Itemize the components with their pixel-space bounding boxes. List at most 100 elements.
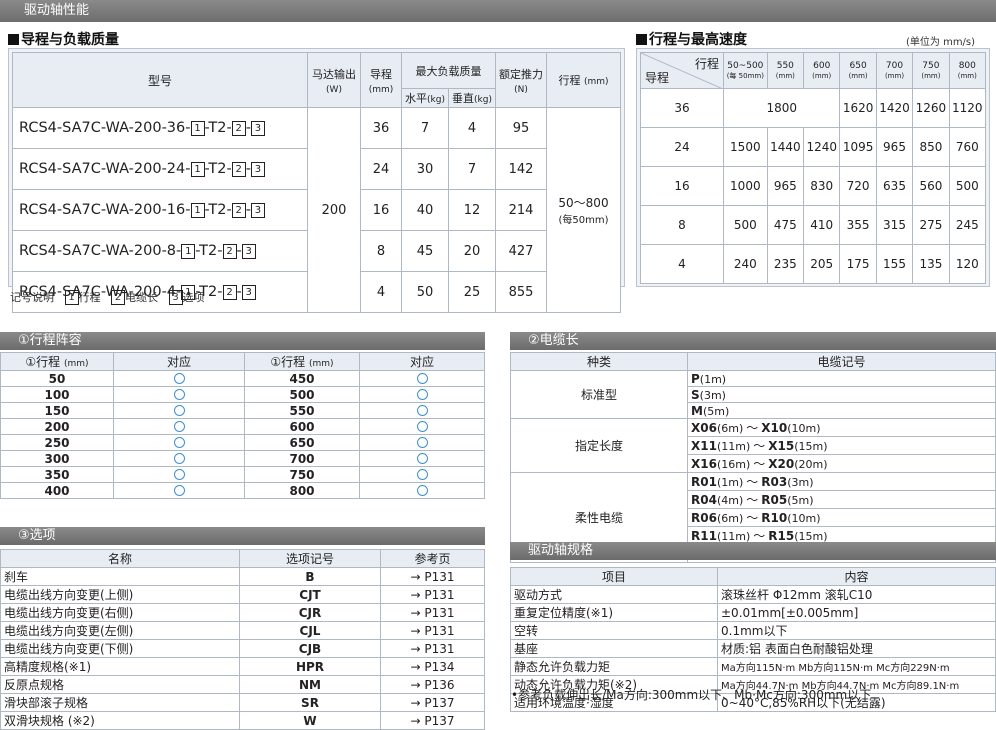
option-row: 滑块部滚子规格 SR → P137: [0, 693, 485, 712]
header-spec-item: 项目: [510, 567, 718, 586]
option-page-link[interactable]: → P137: [380, 693, 485, 712]
stroke-list-table: ①行程 (mm) 对应 ①行程 (mm) 对应 50 450 100 500 150 55…: [0, 352, 485, 499]
stroke-range-cell: 50～800 (每50mm): [546, 107, 621, 313]
available-cell: [359, 402, 485, 419]
available-cell: [359, 434, 485, 451]
option-page-link[interactable]: → P131: [380, 603, 485, 622]
speed-lead-cell: 4: [640, 244, 724, 284]
header-option-code: 选项记号: [239, 549, 381, 568]
speed-row: 36 1800 1620 1420 1260 1120: [640, 88, 987, 128]
option-code: SR: [239, 693, 381, 712]
speed-row: 16 1000 965 830 720 635 560 500: [640, 166, 987, 206]
horizontal-load-cell: 50: [401, 271, 449, 313]
spec-content: 材质:铝 表面白色耐酸铝处理: [717, 639, 996, 658]
option-row: 电缆出线方向变更(下侧) CJB → P131: [0, 639, 485, 658]
speed-row: 8 500 475 410 355 315 275 245: [640, 205, 987, 245]
available-cell: [113, 386, 245, 403]
speed-table: 行程 导程 50~500 (每 50mm) 550 (mm) 600 (mm) 650 (mm…: [640, 52, 987, 284]
circle-available-icon: [416, 420, 428, 432]
lead-cell: 4: [360, 271, 402, 313]
speed-value-cell: 720: [839, 166, 877, 206]
options-banner: ③选项: [0, 527, 485, 545]
available-cell: [359, 466, 485, 483]
vertical-load-cell: 7: [448, 148, 496, 190]
cable-banner: ②电缆长: [510, 332, 996, 350]
header-spec-content: 内容: [717, 567, 996, 586]
stroke-value: 350: [0, 466, 114, 483]
option-code: W: [239, 711, 381, 730]
spec-row: 基座 材质:铝 表面白色耐酸铝处理: [510, 639, 996, 658]
thrust-cell: 427: [495, 230, 547, 272]
option-row: 刹车 B → P131: [0, 567, 485, 586]
spec-item: 空转: [510, 621, 718, 640]
speed-value-cell: 830: [803, 166, 841, 206]
speed-value-cell: 275: [912, 205, 950, 245]
spec-footnote: •参考负载伸出长/Ma方向:300mm以下、Mb·Mc方向:300mm以下: [511, 688, 872, 702]
thrust-cell: 142: [495, 148, 547, 190]
spec-item: 驱动方式: [510, 585, 718, 604]
option-page-link[interactable]: → P131: [380, 639, 485, 658]
speed-col-header: 750 (mm): [912, 52, 950, 89]
thrust-cell: 95: [495, 107, 547, 149]
lead-load-title: 导程与负载质量: [8, 29, 119, 49]
speed-value-cell: 355: [839, 205, 877, 245]
speed-value-cell: 240: [723, 244, 768, 284]
header-motor: 马达输出 (W): [307, 52, 361, 108]
stroke-value: 150: [0, 402, 114, 419]
option-page-link[interactable]: → P131: [380, 621, 485, 640]
stroke-value: 200: [0, 418, 114, 435]
circle-available-icon: [173, 404, 185, 416]
motor-output-cell: 200: [307, 107, 361, 313]
speed-row: 24 1500 1440 1240 1095 965 850 760: [640, 127, 987, 167]
speed-value-cell: 315: [875, 205, 914, 245]
stroke-list-banner: ①行程阵容: [0, 332, 485, 350]
option-page-link[interactable]: → P137: [380, 711, 485, 730]
cable-row: 指定长度 X06(6m) ～ X10(10m): [510, 418, 996, 473]
header-stroke-left: ①行程 (mm): [0, 352, 114, 371]
speed-col-header: 550 (mm): [766, 52, 805, 89]
available-cell: [113, 466, 245, 483]
horizontal-load-cell: 45: [401, 230, 449, 272]
option-page-link[interactable]: → P131: [380, 585, 485, 604]
speed-col-header: 650 (mm): [839, 52, 877, 89]
circle-available-icon: [173, 436, 185, 448]
option-code: HPR: [239, 657, 381, 676]
lead-load-panel: 型号 马达输出 (W) 导程 (mm) 最大负载质量 额定推力 (N) 行程 (mm)…: [8, 48, 625, 313]
circle-available-icon: [416, 452, 428, 464]
speed-col-header: 50~500 (每 50mm): [723, 52, 768, 89]
stroke-list-row: 150 550: [0, 402, 485, 419]
speed-value-cell: 175: [839, 244, 877, 284]
option-page-link[interactable]: → P134: [380, 657, 485, 676]
header-cable-code: 电缆记号: [687, 352, 996, 371]
speed-lead-cell: 16: [640, 166, 724, 206]
speed-value-cell: 1260: [912, 88, 950, 128]
spec-banner: 驱动轴规格: [510, 542, 996, 560]
option-name: 反原点规格: [0, 675, 240, 694]
stroke-list-row: 400 800: [0, 482, 485, 499]
speed-value-cell: 965: [766, 166, 805, 206]
header-maxload: 最大负载质量: [401, 52, 496, 89]
stroke-value: 300: [0, 450, 114, 467]
symbol-legend: 记号说明 1 行程 2 电缆长 3 选项: [10, 290, 205, 305]
circle-available-icon: [173, 468, 185, 480]
spec-row: 重复定位精度(※1) ±0.01mm[±0.005mm]: [510, 603, 996, 622]
header-avail-left: 对应: [113, 352, 245, 371]
option-page-link[interactable]: → P136: [380, 675, 485, 694]
speed-col-header: 600 (mm): [803, 52, 841, 89]
speed-merged-cell: 1800: [722, 88, 841, 128]
header-stroke-right: ①行程 (mm): [244, 352, 360, 371]
spec-row: 空转 0.1mm以下: [510, 621, 996, 640]
available-cell: [359, 370, 485, 387]
circle-available-icon: [416, 468, 428, 480]
available-cell: [113, 434, 245, 451]
speed-value-cell: 135: [912, 244, 950, 284]
speed-value-cell: 475: [766, 205, 805, 245]
speed-value-cell: 120: [948, 244, 987, 284]
square-bullet-icon: [8, 34, 19, 45]
model-cell: RCS4-SA7C-WA-200-8- 1 -T2- 2-3: [12, 230, 308, 272]
available-cell: [359, 386, 485, 403]
cable-type-cell: 标准型: [510, 370, 688, 419]
stroke-list-row: 300 700: [0, 450, 485, 467]
cable-code-cell: S(3m): [687, 386, 996, 403]
option-page-link[interactable]: → P131: [380, 567, 485, 586]
